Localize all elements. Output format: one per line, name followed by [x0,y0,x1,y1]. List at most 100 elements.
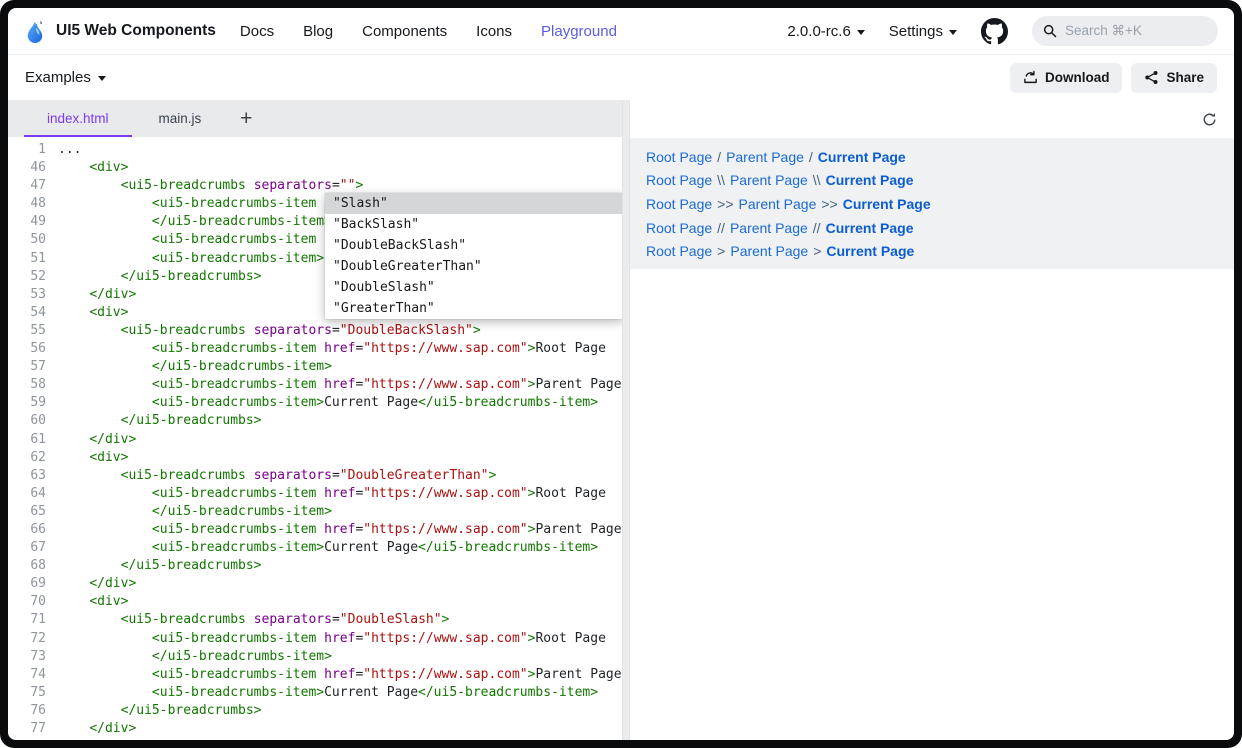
line-number: 74 [8,666,58,684]
share-label: Share [1166,70,1204,85]
code-text: <ui5-breadcrumbs-item href="https://www.… [58,340,606,358]
code-line: 70 <div> [8,593,622,611]
line-number: 71 [8,611,58,629]
breadcrumb-link[interactable]: Root Page [646,149,712,165]
code-line: 75 <ui5-breadcrumbs-item>Current Page</u… [8,684,622,702]
header-right-group: 2.0.0-rc.6 Settings Search ⌘+K [787,16,1218,46]
breadcrumb-separator: / [804,149,818,165]
breadcrumb-link[interactable]: Root Page [646,220,712,236]
breadcrumb-link[interactable]: Root Page [646,172,712,188]
code-line: 66 <ui5-breadcrumbs-item href="https://w… [8,521,622,539]
line-number: 51 [8,250,58,268]
download-button[interactable]: Download [1010,63,1123,93]
nav-link-docs[interactable]: Docs [240,23,274,40]
code-text: </ui5-breadcrumbs> [58,702,262,720]
code-line: 76 </ui5-breadcrumbs> [8,702,622,720]
breadcrumb-link[interactable]: Parent Page [726,149,804,165]
code-text: <ui5-breadcrumbs-item href="https://www.… [58,630,606,648]
breadcrumb-current: Current Page [826,243,914,259]
line-number: 57 [8,358,58,376]
ui5-flame-logo-icon [24,18,47,45]
line-number: 52 [8,268,58,286]
version-dropdown[interactable]: 2.0.0-rc.6 [787,23,864,40]
breadcrumb-link[interactable]: Parent Page [730,220,808,236]
code-line: 56 <ui5-breadcrumbs-item href="https://w… [8,340,622,358]
github-icon[interactable] [981,18,1008,45]
code-text: <ui5-breadcrumbs-item href="https://www.… [58,521,622,539]
code-text: <ui5-breadcrumbs-item href="https://www.… [58,485,606,503]
chevron-down-icon [857,30,865,35]
code-line: 65 </ui5-breadcrumbs-item> [8,503,622,521]
examples-label: Examples [25,69,91,86]
code-line: 69 </div> [8,575,622,593]
code-text: <ui5-breadcrumbs separators="DoubleSlash… [58,611,449,629]
code-line: 68 </ui5-breadcrumbs> [8,557,622,575]
code-text: <ui5-breadcrumbs separators="DoubleBackS… [58,322,481,340]
line-number: 69 [8,575,58,593]
toolbar-buttons: Download Share [1010,63,1217,93]
refresh-button[interactable] [1199,109,1219,129]
screenshot-frame: UI5 Web Components Docs Blog Components … [0,0,1242,748]
breadcrumb-link[interactable]: Parent Page [739,196,817,212]
line-number: 64 [8,485,58,503]
breadcrumb-separator: >> [816,196,842,212]
autocomplete-item[interactable]: "DoubleGreaterThan" [325,256,622,277]
chevron-down-icon [949,30,957,35]
search-placeholder: Search ⌘+K [1065,23,1142,39]
line-number: 49 [8,213,58,231]
autocomplete-item[interactable]: "Slash" [325,193,622,214]
editor-tabbar: index.html main.js + [8,100,622,137]
tab-label: main.js [159,111,202,126]
code-line: 62 <div> [8,449,622,467]
panel-resize-handle[interactable] [622,100,630,740]
line-number: 47 [8,177,58,195]
code-line: 73 </ui5-breadcrumbs-item> [8,648,622,666]
autocomplete-item[interactable]: "DoubleBackSlash" [325,235,622,256]
code-text: </ui5-breadcrumbs-item> [58,503,332,521]
code-line: 57 </ui5-breadcrumbs-item> [8,358,622,376]
code-text: <ui5-breadcrumbs separators="DoubleGreat… [58,467,496,485]
code-text: <div> [58,738,128,740]
breadcrumb-row: Root Page\\Parent Page\\Current Page [630,169,1234,193]
nav-link-components[interactable]: Components [362,23,447,40]
settings-dropdown[interactable]: Settings [889,23,957,40]
code-text: </div> [58,286,136,304]
breadcrumb-link[interactable]: Root Page [646,196,712,212]
code-line: 77 </div> [8,720,622,738]
autocomplete-dropdown: "Slash""BackSlash""DoubleBackSlash""Doub… [325,193,622,319]
code-text: </ui5-breadcrumbs> [58,557,262,575]
share-button[interactable]: Share [1131,63,1217,93]
autocomplete-item[interactable]: "DoubleSlash" [325,277,622,298]
line-number: 50 [8,231,58,249]
breadcrumb-current: Current Page [843,196,931,212]
add-tab-button[interactable]: + [226,100,266,137]
code-line: 63 <ui5-breadcrumbs separators="DoubleGr… [8,467,622,485]
code-text: </div> [58,575,136,593]
code-line: 55 <ui5-breadcrumbs separators="DoubleBa… [8,322,622,340]
code-line: 67 <ui5-breadcrumbs-item>Current Page</u… [8,539,622,557]
line-number: 48 [8,195,58,213]
line-number: 61 [8,431,58,449]
share-icon [1144,70,1159,85]
nav-link-icons[interactable]: Icons [476,23,512,40]
line-number: 65 [8,503,58,521]
breadcrumb-current: Current Page [826,220,914,236]
tab-index-html[interactable]: index.html [22,100,134,137]
code-text: <ui5-breadcrumbs separators=""> [58,177,363,195]
code-line: 46 <div> [8,159,622,177]
nav-link-playground[interactable]: Playground [541,23,617,40]
autocomplete-item[interactable]: "GreaterThan" [325,298,622,319]
breadcrumb-current: Current Page [818,149,906,165]
breadcrumb-link[interactable]: Root Page [646,243,712,259]
code-line: 71 <ui5-breadcrumbs separators="DoubleSl… [8,611,622,629]
breadcrumb-row: Root Page>>Parent Page>>Current Page [630,192,1234,216]
search-input[interactable]: Search ⌘+K [1032,16,1218,46]
nav-link-blog[interactable]: Blog [303,23,333,40]
breadcrumb-link[interactable]: Parent Page [730,243,808,259]
line-number: 75 [8,684,58,702]
examples-dropdown[interactable]: Examples [25,69,106,86]
tab-main-js[interactable]: main.js [134,100,227,137]
autocomplete-item[interactable]: "BackSlash" [325,214,622,235]
breadcrumb-link[interactable]: Parent Page [730,172,808,188]
code-text: <ui5-breadcrumbs-item href="https://www.… [58,666,622,684]
